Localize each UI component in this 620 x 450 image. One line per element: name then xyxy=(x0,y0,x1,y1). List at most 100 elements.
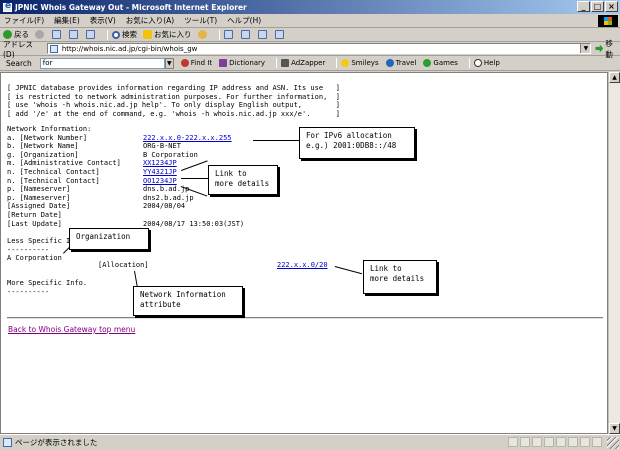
status-panel xyxy=(580,437,590,447)
resize-grip[interactable] xyxy=(607,437,619,449)
callout-ipv6: For IPv6 allocation e.g.) 2001:0DB8::/48 xyxy=(299,127,415,159)
status-panel xyxy=(544,437,554,447)
field-value: 2004/08/04 xyxy=(143,202,186,211)
games-label: Games xyxy=(433,59,458,67)
notice-line: [ is restricted to network administratio… xyxy=(7,92,340,101)
go-arrow-icon xyxy=(595,44,604,53)
menu-file[interactable]: ファイル(F) xyxy=(4,15,44,26)
field-label: [Return Date] xyxy=(7,210,62,219)
field-label: [Last Update] xyxy=(7,219,62,228)
page-content: [ JPNIC database provides information re… xyxy=(0,72,608,434)
toolbar-separator xyxy=(468,58,470,68)
mail-icon xyxy=(223,30,233,39)
standard-toolbar: 戻る 検索 お気に入り xyxy=(0,28,620,42)
travel-button[interactable]: Travel xyxy=(385,59,417,67)
help-label: Help xyxy=(483,59,500,67)
tech-contact-link[interactable]: YY4321JP xyxy=(143,168,177,176)
close-button[interactable]: × xyxy=(605,1,618,12)
notice-line: [ add '/e' at the end of command, e.g. '… xyxy=(7,109,340,118)
field-label: g. [Organization] xyxy=(7,150,79,159)
callout-organization: Organization xyxy=(69,228,149,250)
status-panel xyxy=(520,437,530,447)
edit-button[interactable] xyxy=(257,30,269,39)
menu-bar: ファイル(F) 編集(E) 表示(V) お気に入り(A) ツール(T) ヘルプ(… xyxy=(0,14,620,28)
admin-contact-link[interactable]: XX1234JP xyxy=(143,159,177,167)
menu-favorites[interactable]: お気に入り(A) xyxy=(126,15,174,26)
travel-label: Travel xyxy=(395,59,417,67)
toolbar-separator xyxy=(218,29,220,40)
search-button[interactable]: 検索 xyxy=(112,29,137,40)
adzapper-icon xyxy=(281,59,290,67)
toolbar-separator xyxy=(336,58,338,68)
menu-view[interactable]: 表示(V) xyxy=(90,15,116,26)
tech-contact-link[interactable]: OO1234JP xyxy=(143,177,177,185)
page-status-icon xyxy=(3,438,12,447)
vertical-scrollbar[interactable]: ▲ ▼ xyxy=(608,72,620,434)
stop-icon xyxy=(52,30,61,39)
scroll-down-button[interactable]: ▼ xyxy=(609,423,620,434)
search-label: 検索 xyxy=(122,30,137,39)
allocation-range-link[interactable]: 222.x.x.0/20 xyxy=(277,261,328,269)
refresh-button[interactable] xyxy=(69,30,80,39)
history-button[interactable] xyxy=(197,30,209,39)
back-to-top-link[interactable]: Back to Whois Gateway top menu xyxy=(8,325,135,334)
discuss-icon xyxy=(274,30,284,39)
print-icon xyxy=(240,30,250,39)
find-it-button[interactable]: Find It xyxy=(180,59,213,67)
favorites-icon xyxy=(143,30,152,39)
ie-icon xyxy=(3,1,12,12)
callout-network-attribute: Network Information attribute xyxy=(133,286,243,316)
field-label: a. [Network Number] xyxy=(7,133,88,142)
status-panel xyxy=(508,437,518,447)
field-label: p. [Nameserver] xyxy=(7,185,71,194)
dictionary-label: Dictionary xyxy=(229,59,266,67)
dictionary-button[interactable]: Dictionary xyxy=(219,59,265,67)
address-input[interactable]: http://whois.nic.ad.jp/cgi-bin/whois_gw … xyxy=(46,43,592,54)
discuss-button[interactable] xyxy=(274,30,286,39)
field-value: dns2.b.ad.jp xyxy=(143,193,194,202)
stop-button[interactable] xyxy=(52,30,63,39)
field-value: ORG-B-NET xyxy=(143,142,181,151)
maximize-button[interactable]: □ xyxy=(591,1,604,12)
page-icon xyxy=(49,45,58,53)
address-url: http://whois.nic.ad.jp/cgi-bin/whois_gw xyxy=(61,44,198,53)
find-it-label: Find It xyxy=(190,59,213,67)
more-specific-heading: More Specific Info. xyxy=(7,279,88,287)
minimize-button[interactable]: _ xyxy=(577,1,590,12)
home-icon xyxy=(86,30,95,39)
address-dropdown-button[interactable]: ▼ xyxy=(580,44,591,53)
history-icon xyxy=(197,30,207,39)
favorites-button[interactable]: お気に入り xyxy=(143,29,192,40)
status-text: ページが表示されました xyxy=(15,438,98,447)
status-panel xyxy=(556,437,566,447)
callout-connector xyxy=(334,266,363,275)
help-button[interactable]: Help xyxy=(473,59,500,67)
print-button[interactable] xyxy=(240,30,252,39)
home-button[interactable] xyxy=(86,30,97,39)
windows-logo-icon xyxy=(598,15,618,27)
field-value xyxy=(143,211,244,220)
field-label: b. [Network Name] xyxy=(7,142,79,151)
menu-help[interactable]: ヘルプ(H) xyxy=(227,15,261,26)
network-number-link[interactable]: 222.x.x.0-222.x.x.255 xyxy=(143,134,232,142)
field-labels: a. [Network Number] b. [Network Name] g. [… xyxy=(7,134,121,229)
adzapper-label: AdZapper xyxy=(291,59,326,67)
smileys-button[interactable]: Smileys xyxy=(341,59,379,67)
scroll-up-button[interactable]: ▲ xyxy=(609,72,620,83)
search-dropdown-button[interactable]: ▼ xyxy=(164,57,174,69)
field-label: m. [Administrative Contact] xyxy=(7,159,121,168)
callout-link-details: Link to more details xyxy=(208,165,278,195)
mail-button[interactable] xyxy=(223,30,235,39)
allocation-type: [Allocation] xyxy=(98,261,149,269)
adzapper-button[interactable]: AdZapper xyxy=(281,59,325,67)
search-icon xyxy=(112,30,120,39)
notice-line: [ use 'whois -h whois.nic.ad.jp help'. T… xyxy=(7,101,340,110)
menu-edit[interactable]: 編集(E) xyxy=(54,15,80,26)
menu-tools[interactable]: ツール(T) xyxy=(184,15,217,26)
games-button[interactable]: Games xyxy=(423,59,458,67)
search-input[interactable]: for xyxy=(39,57,165,69)
field-value: B Corporation xyxy=(143,150,198,159)
callout-connector xyxy=(181,178,209,179)
window-title: JPNIC Whois Gateway Out - Microsoft Inte… xyxy=(15,2,247,12)
toolbar-separator xyxy=(107,29,108,40)
